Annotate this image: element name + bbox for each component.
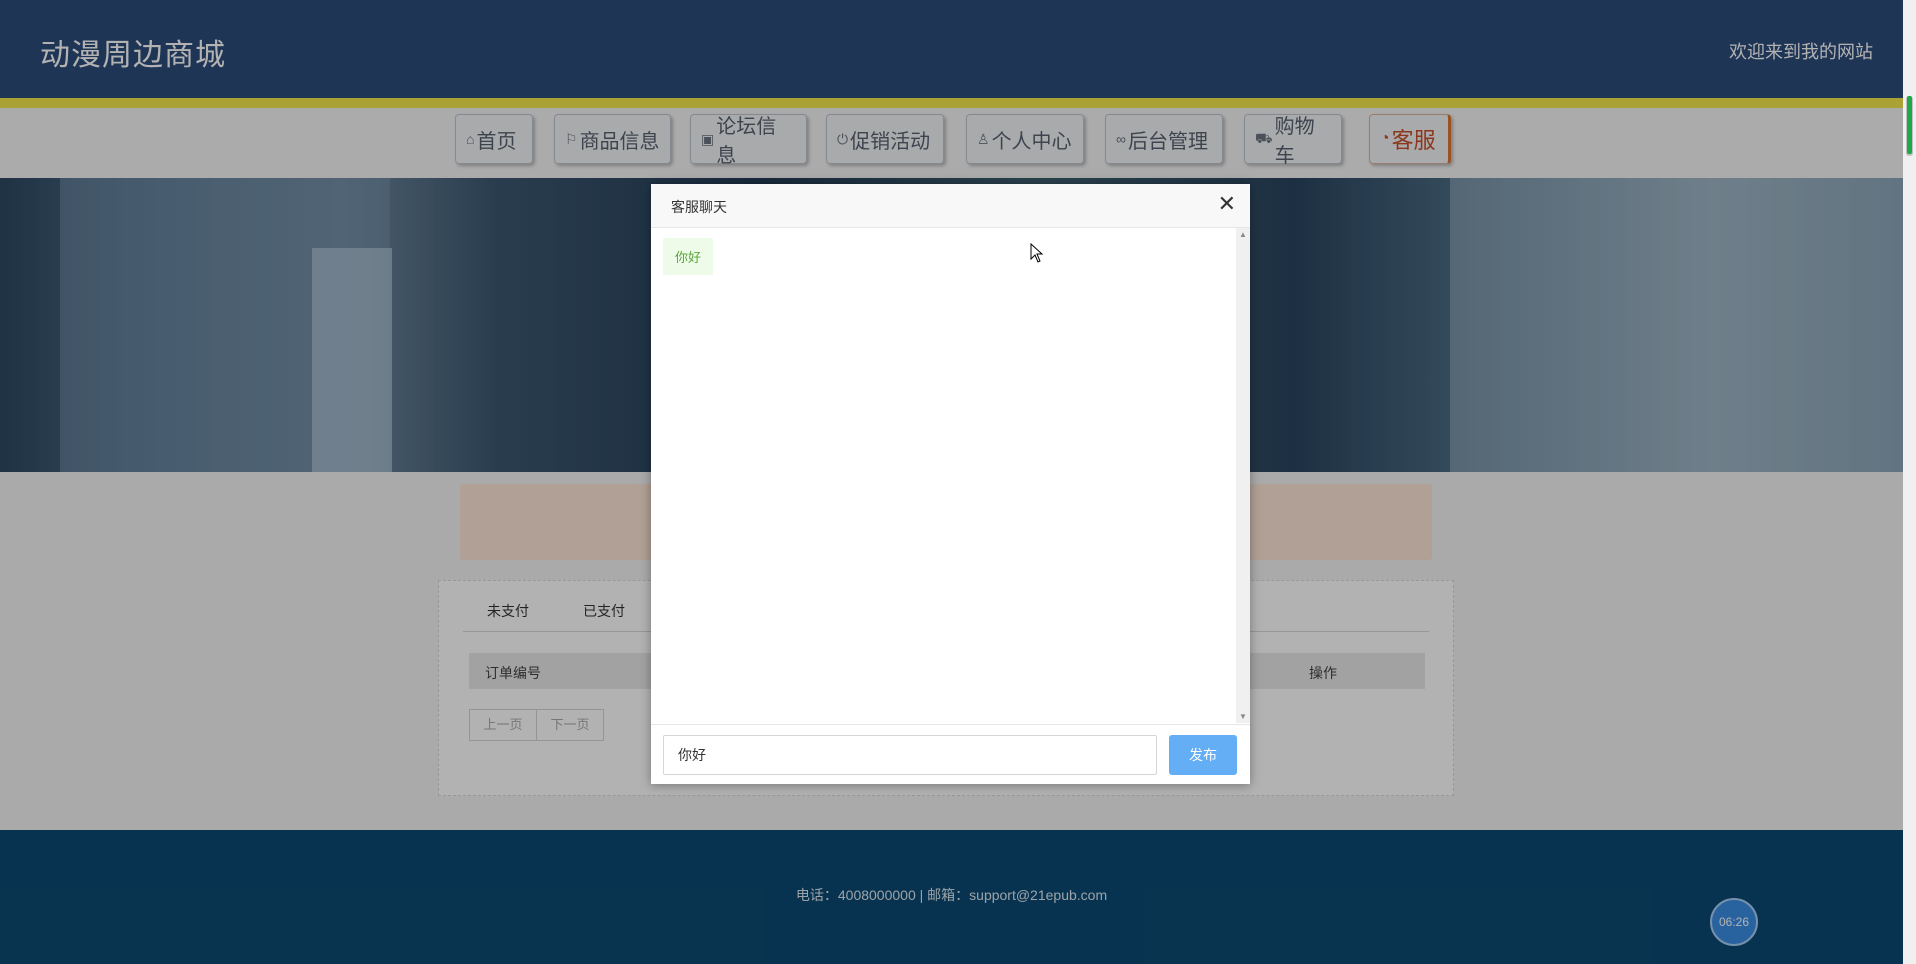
chat-scrollbar[interactable]: ▲ ▼	[1236, 228, 1250, 723]
chat-message: 你好	[663, 238, 714, 275]
chat-message-area: 你好	[651, 228, 1236, 723]
chat-dialog: 客服聊天 ✕ 你好 ▲ ▼ 发布	[651, 184, 1250, 784]
scrollbar-indicator	[1907, 96, 1912, 154]
scroll-down-arrow-icon[interactable]: ▼	[1239, 712, 1247, 721]
scroll-up-arrow-icon[interactable]: ▲	[1239, 230, 1247, 239]
chat-input-bar: 发布	[651, 724, 1250, 785]
chat-input[interactable]	[663, 735, 1157, 775]
mouse-cursor-icon	[1030, 243, 1044, 263]
dialog-title: 客服聊天	[671, 199, 727, 215]
page: 动漫周边商城 欢迎来到我的网站 ⌂ 首页 ⚐ 商品信息 ▣ 论坛信息 ⏻ 促销活…	[0, 0, 1903, 964]
page-scrollbar[interactable]	[1903, 0, 1916, 964]
close-icon[interactable]: ✕	[1218, 193, 1236, 215]
dialog-header: 客服聊天 ✕	[651, 184, 1250, 228]
send-button[interactable]: 发布	[1169, 735, 1237, 775]
